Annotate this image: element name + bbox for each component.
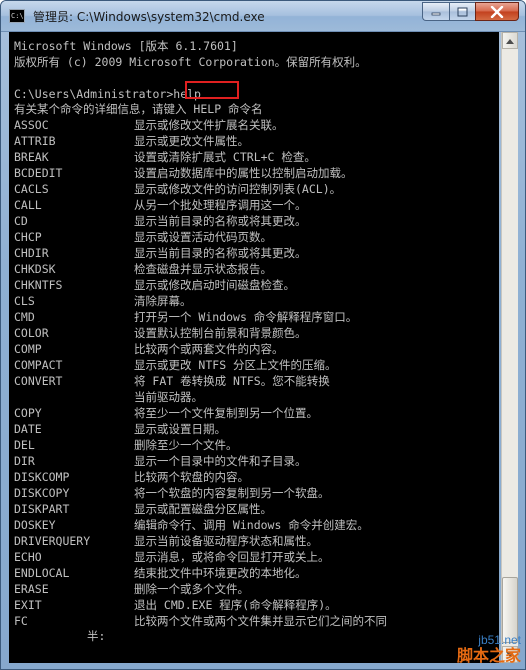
command-description: 将至少一个文件复制到另一个位置。: [134, 406, 318, 420]
command-description: 显示当前设备驱动程序状态和属性。: [134, 534, 318, 548]
command-description: 显示一个目录中的文件和子目录。: [134, 454, 307, 468]
command-description: 显示或修改文件的访问控制列表(ACL)。: [134, 182, 342, 196]
command-description: 显示当前目录的名称或将其更改。: [134, 214, 307, 228]
command-description: 显示或设置日期。: [134, 422, 226, 436]
command-name: CHCP: [14, 230, 42, 244]
command-name: CHKNTFS: [14, 278, 63, 292]
command-description: 显示或设置活动代码页数。: [134, 230, 272, 244]
command-description: 显示或修改文件扩展名关联。: [134, 118, 284, 132]
command-highlight-box: [185, 81, 239, 99]
command-name: CALL: [14, 198, 42, 212]
cmd-window: C:\ 管理员: C:\Windows\system32\cmd.exe Mic…: [0, 0, 526, 670]
command-name: DIR: [14, 454, 35, 468]
command-name: EXIT: [14, 598, 42, 612]
command-name: ASSOC: [14, 118, 49, 132]
watermark-url: jb51.net: [478, 633, 521, 647]
ime-indicator: 半:: [87, 629, 106, 643]
watermark-brand: 脚本之家: [456, 646, 521, 665]
command-description: 设置或清除扩展式 CTRL+C 检查。: [134, 150, 316, 164]
window-controls: [422, 2, 519, 21]
command-name: DISKCOPY: [14, 486, 70, 500]
command-description: 检查磁盘并显示状态报告。: [134, 262, 272, 276]
command-name: DISKCOMP: [14, 470, 70, 484]
command-name: COMP: [14, 342, 42, 356]
command-description: 设置启动数据库中的属性以控制启动加载。: [134, 166, 353, 180]
command-name: DRIVERQUERY: [14, 534, 91, 548]
maximize-icon: [457, 7, 468, 16]
command-name: COPY: [14, 406, 42, 420]
window-title: 管理员: C:\Windows\system32\cmd.exe: [33, 10, 265, 24]
command-name: DEL: [14, 438, 35, 452]
console-header-line: 版权所有 (c) 2009 Microsoft Corporation。保留所有…: [14, 55, 367, 69]
command-description: 将 FAT 卷转换成 NTFS。您不能转换: [134, 374, 330, 388]
command-description: 显示或更改文件属性。: [134, 134, 249, 148]
command-description: 比较两个文件或两个文件集并显示它们之间的不同: [134, 614, 387, 628]
command-description: 比较两个或两套文件的内容。: [134, 342, 284, 356]
command-name: ECHO: [14, 550, 42, 564]
command-name: ATTRIB: [14, 134, 56, 148]
command-description: 结束批文件中环境更改的本地化。: [134, 566, 307, 580]
prompt-path: C:\Users\Administrator: [14, 87, 167, 101]
command-description: 从另一个批处理程序调用这一个。: [134, 198, 307, 212]
command-name: CONVERT: [14, 374, 63, 388]
console-header-line: Microsoft Windows [版本 6.1.7601]: [14, 39, 238, 53]
console-output[interactable]: Microsoft Windows [版本 6.1.7601] 版权所有 (c)…: [9, 32, 499, 663]
command-name: ENDLOCAL: [14, 566, 70, 580]
command-name: CACLS: [14, 182, 49, 196]
command-description: 编辑命令行、调用 Windows 命令并创建宏。: [134, 518, 369, 532]
site-watermark: jb51.net 脚本之家: [457, 633, 521, 665]
title-bar[interactable]: C:\ 管理员: C:\Windows\system32\cmd.exe: [1, 1, 525, 32]
arrow-up-icon: [506, 38, 514, 44]
command-name: COLOR: [14, 326, 49, 340]
command-description: 打开另一个 Windows 命令解释程序窗口。: [134, 310, 358, 324]
command-name: CHDIR: [14, 246, 49, 260]
maximize-button[interactable]: [449, 2, 475, 21]
command-description: 将一个软盘的内容复制到另一个软盘。: [134, 486, 330, 500]
command-description: 显示或修改启动时间磁盘检查。: [134, 278, 295, 292]
command-name: DOSKEY: [14, 518, 56, 532]
command-name: CD: [14, 214, 28, 228]
command-description: 比较两个软盘的内容。: [134, 470, 249, 484]
command-name: CLS: [14, 294, 35, 308]
cmd-app-icon[interactable]: C:\: [9, 9, 25, 23]
command-name: BREAK: [14, 150, 49, 164]
command-description: 删除一个或多个文件。: [134, 582, 249, 596]
command-name: FC: [14, 614, 28, 628]
minimize-button[interactable]: [422, 2, 449, 21]
command-name: CHKDSK: [14, 262, 56, 276]
command-name: BCDEDIT: [14, 166, 63, 180]
close-icon: [490, 5, 504, 18]
command-description: 显示或更改 NTFS 分区上文件的压缩。: [134, 358, 337, 372]
command-name: CMD: [14, 310, 35, 324]
command-name: DISKPART: [14, 502, 70, 516]
close-button[interactable]: [475, 2, 519, 21]
command-description: 显示消息，或将命令回显打开或关上。: [134, 550, 330, 564]
vertical-scrollbar[interactable]: [501, 32, 518, 663]
help-intro-line: 有关某个命令的详细信息，请键入 HELP 命令名: [14, 102, 263, 116]
command-name: COMPACT: [14, 358, 63, 372]
minimize-icon: [431, 12, 441, 15]
command-name: ERASE: [14, 582, 49, 596]
command-description: 退出 CMD.EXE 程序(命令解释程序)。: [134, 598, 337, 612]
command-description: 显示当前目录的名称或将其更改。: [134, 246, 307, 260]
command-description: 显示或配置磁盘分区属性。: [134, 502, 272, 516]
command-description: 清除屏幕。: [134, 294, 192, 308]
command-name: DATE: [14, 422, 42, 436]
command-description: 设置默认控制台前景和背景颜色。: [134, 326, 307, 340]
command-description: 当前驱动器。: [134, 390, 203, 404]
command-description: 删除至少一个文件。: [134, 438, 238, 452]
prompt-line: C:\Users\Administrator>help: [14, 86, 201, 102]
scroll-up-button[interactable]: [502, 32, 518, 49]
